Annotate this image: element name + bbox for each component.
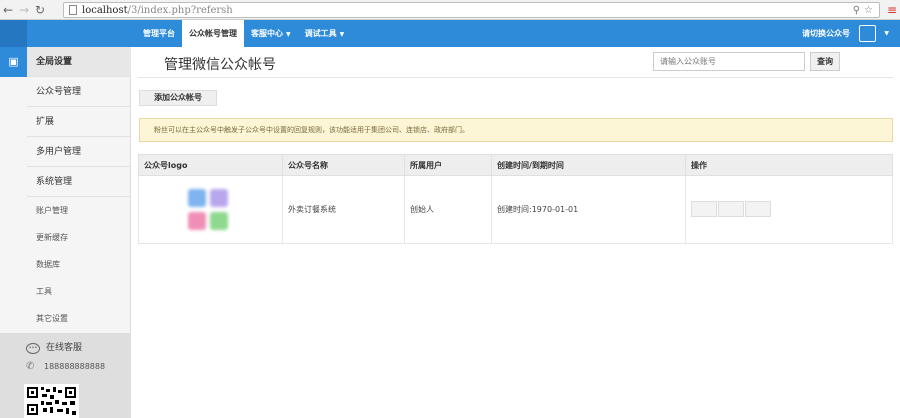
page-icon <box>69 5 77 15</box>
table-row[interactable]: 外卖订餐系统 创始人 创建时间:1970-01-01 <box>138 175 893 244</box>
chevron-down-icon: ▼ <box>286 31 291 38</box>
logo-tile <box>188 211 206 230</box>
sidebar-subitem-cache[interactable]: 更新缓存 <box>27 225 131 251</box>
cube-icon: ▣ <box>8 55 19 68</box>
nav-item-service-center[interactable]: 客服中心 ▼ <box>244 20 298 47</box>
search-button[interactable]: 查询 <box>810 52 840 71</box>
account-logo-image[interactable] <box>182 183 238 237</box>
logo-tile <box>210 188 228 207</box>
logo-tile <box>210 211 228 230</box>
column-header-actions: 操作 <box>685 154 893 176</box>
actions-cell <box>685 175 893 244</box>
sidebar-item-multi-user[interactable]: 多用户管理 <box>27 137 131 167</box>
sidebar-subitem-accounts[interactable]: 账户管理 <box>27 198 131 224</box>
chat-bubble-icon: ••• <box>26 342 40 354</box>
column-header-owner: 所属用户 <box>404 154 492 176</box>
nav-item-label: 公众帐号管理 <box>189 29 237 38</box>
column-header-name: 公众号名称 <box>282 154 405 176</box>
action-button-3[interactable] <box>745 200 771 217</box>
owner-cell: 创始人 <box>404 175 492 244</box>
brand-logo[interactable] <box>0 20 27 47</box>
sidebar-footer: ••• 在线客服 ✆ 188888888888 <box>0 333 131 418</box>
reload-icon[interactable]: ↻ <box>32 0 48 20</box>
accounts-table: 公众号logo 公众号名称 所属用户 创建时间/到期时间 操作 外卖订餐系统 创… <box>138 154 893 244</box>
back-arrow-icon[interactable]: ← <box>0 0 16 20</box>
sidebar-item-account-manage[interactable]: 公众号管理 <box>27 77 131 107</box>
bookmark-star-icon[interactable]: ☆ <box>864 5 873 16</box>
sidebar-item-global-settings[interactable]: 全局设置 <box>27 47 131 77</box>
sidebar-subitem-tools[interactable]: 工具 <box>27 279 131 305</box>
main-content: 管理微信公众帐号 查询 添加公众帐号 粉丝可以在主公众号中触发子公众号中设置的回… <box>131 47 900 418</box>
account-name-cell: 外卖订餐系统 <box>282 175 405 244</box>
address-bar[interactable]: localhost /3/index.php?refersh ⚲ ☆ <box>63 2 880 18</box>
logo-tile <box>188 188 206 207</box>
table-header-row: 公众号logo 公众号名称 所属用户 创建时间/到期时间 操作 <box>138 154 893 176</box>
nav-item-account-manage[interactable]: 公众帐号管理 <box>182 20 244 47</box>
add-account-button[interactable]: 添加公众帐号 <box>139 90 217 106</box>
action-button-2[interactable] <box>718 200 744 217</box>
page-title: 管理微信公众帐号 <box>164 57 276 73</box>
support-label: 在线客服 <box>46 343 83 353</box>
extension-icon[interactable]: ⚲ <box>853 5 860 16</box>
nav-item-platform[interactable]: 管理平台 <box>136 20 182 47</box>
avatar[interactable] <box>859 25 876 42</box>
nav-item-label: 客服中心 <box>251 29 283 38</box>
browser-toolbar: ← → ↻ localhost /3/index.php?refersh ⚲ ☆… <box>0 0 900 20</box>
chevron-down-icon[interactable]: ▼ <box>884 20 889 47</box>
phone-number: 188888888888 <box>44 362 106 371</box>
forward-arrow-icon[interactable]: → <box>16 0 32 20</box>
browser-menu-icon[interactable]: ≡ <box>887 4 897 16</box>
top-navbar: 管理平台 公众帐号管理 客服中心 ▼ 调试工具 ▼ 请切换公众号 ▼ <box>0 20 900 47</box>
url-host: localhost <box>82 4 128 16</box>
online-support[interactable]: ••• 在线客服 <box>26 341 82 355</box>
sidebar-subitem-database[interactable]: 数据库 <box>27 252 131 278</box>
phone-icon: ✆ <box>26 361 35 372</box>
sidebar-item-system[interactable]: 系统管理 <box>27 167 131 197</box>
nav-item-label: 管理平台 <box>143 29 175 38</box>
search-input[interactable] <box>653 52 805 71</box>
column-header-logo: 公众号logo <box>138 154 283 176</box>
sidebar-icon-column: ▣ <box>0 47 27 77</box>
info-alert: 粉丝可以在主公众号中触发子公众号中设置的回复规则，该功能适用于集团公司、连锁店、… <box>139 118 893 142</box>
sidebar-subitem-other[interactable]: 其它设置 <box>27 306 131 332</box>
url-path: /3/index.php?refersh <box>127 4 233 16</box>
nav-item-label: 调试工具 <box>304 29 337 38</box>
sidebar-item-extensions[interactable]: 扩展 <box>27 107 131 137</box>
action-button-1[interactable] <box>691 200 717 217</box>
support-phone: ✆ 188888888888 <box>26 360 105 374</box>
column-header-created: 创建时间/到期时间 <box>491 154 686 176</box>
nav-item-debug-tools[interactable]: 调试工具 ▼ <box>298 20 352 47</box>
created-cell: 创建时间:1970-01-01 <box>491 175 686 244</box>
logo-cell <box>138 175 283 244</box>
sidebar: ▣ 全局设置 公众号管理 扩展 多用户管理 系统管理 账户管理 更新缓存 数据库… <box>0 47 131 418</box>
qr-code-image <box>24 384 79 418</box>
switch-account-link[interactable]: 请切换公众号 <box>802 20 850 47</box>
chevron-down-icon: ▼ <box>339 31 345 38</box>
divider <box>138 77 893 78</box>
